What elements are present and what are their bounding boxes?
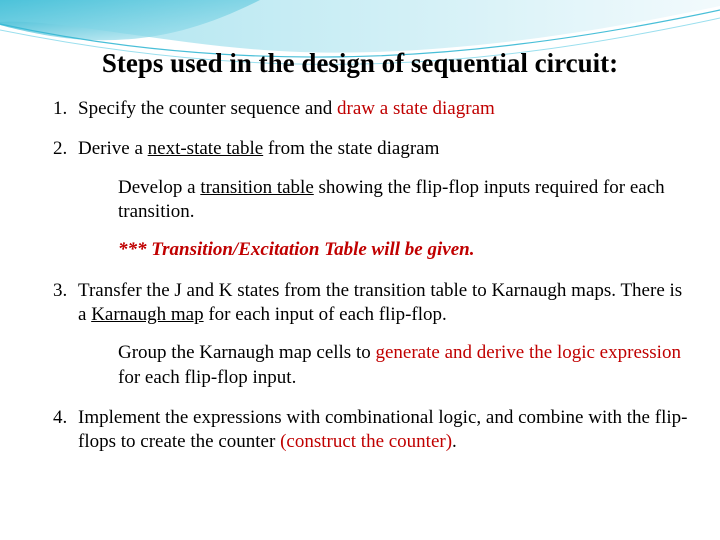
slide-title: Steps used in the design of sequential c…: [28, 48, 692, 79]
step-1-highlight: draw a state diagram: [337, 98, 495, 119]
step-3-sub1-a: Group the Karnaugh map cells to: [118, 342, 375, 363]
step-2-sub1-b: transition table: [200, 177, 313, 198]
step-3-text-c: for each input of each flip-flop.: [204, 304, 447, 325]
step-2: Derive a next-state table from the state…: [72, 137, 692, 262]
step-4-highlight: (construct the counter): [280, 431, 452, 452]
step-2-underline: next-state table: [148, 138, 264, 159]
step-4: Implement the expressions with combinati…: [72, 406, 692, 455]
step-2-note: *** Transition/Excitation Table will be …: [118, 238, 692, 262]
step-2-sub1-a: Develop a: [118, 177, 200, 198]
step-1-text: Specify the counter sequence and: [78, 98, 337, 119]
step-2-text-a: Derive a: [78, 138, 148, 159]
step-4-text-c: .: [452, 431, 457, 452]
step-2-text-c: from the state diagram: [263, 138, 439, 159]
steps-list: Specify the counter sequence and draw a …: [28, 97, 692, 454]
step-3: Transfer the J and K states from the tra…: [72, 279, 692, 390]
step-1: Specify the counter sequence and draw a …: [72, 97, 692, 121]
step-2-sub1: Develop a transition table showing the f…: [118, 176, 692, 225]
step-3-underline: Karnaugh map: [91, 304, 203, 325]
step-3-sub1: Group the Karnaugh map cells to generate…: [118, 341, 692, 390]
slide-content: Steps used in the design of sequential c…: [0, 0, 720, 490]
step-3-sub1-c: for each flip-flop input.: [118, 367, 296, 388]
step-3-sub1-b: generate and derive the logic expression: [375, 342, 680, 363]
